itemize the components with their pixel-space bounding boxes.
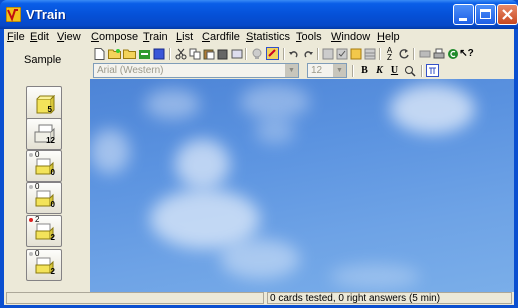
find-icon[interactable] — [403, 64, 416, 77]
menu-cardfile[interactable]: Cardfile — [202, 31, 240, 43]
cloud — [255, 119, 295, 144]
symbol-icon[interactable] — [426, 64, 439, 77]
close-icon — [502, 9, 513, 20]
cloud — [240, 84, 310, 119]
menu-help[interactable]: Help — [377, 31, 400, 43]
picture-icon[interactable] — [230, 47, 243, 60]
font-size-select[interactable]: 12 ▼ — [307, 63, 347, 78]
box-count: 0 — [50, 168, 55, 177]
underline-button[interactable]: U — [388, 64, 401, 77]
chevron-down-icon[interactable]: ▼ — [285, 64, 298, 77]
maximize-icon — [480, 9, 491, 19]
sort-az-icon[interactable]: AZ — [383, 46, 396, 61]
paste-special-icon[interactable] — [216, 47, 229, 60]
card-box-4[interactable]: 0 0 — [26, 182, 62, 214]
separator — [245, 48, 247, 60]
undo-icon[interactable] — [287, 47, 300, 60]
refresh-icon[interactable] — [397, 47, 410, 60]
copy-icon[interactable] — [188, 47, 201, 60]
separator — [283, 48, 285, 60]
print-icon[interactable] — [432, 47, 445, 60]
grid-icon[interactable] — [363, 47, 376, 60]
card-box-6[interactable]: 0 2 — [26, 249, 62, 281]
maximize-button[interactable] — [475, 4, 496, 25]
cloud — [390, 84, 475, 134]
menu-train[interactable]: Train — [143, 31, 168, 43]
menu-view[interactable]: View — [57, 31, 81, 43]
menu-list[interactable]: List — [176, 31, 193, 43]
separator — [169, 48, 171, 60]
card-box-1[interactable]: 5 — [26, 86, 62, 122]
cloud — [145, 89, 200, 119]
format-toolbar: Arial (Western) ▼ 12 ▼ B K U — [90, 63, 514, 80]
box-count: 0 — [50, 200, 55, 209]
minimize-button[interactable] — [453, 4, 474, 25]
standard-toolbar: AZ ↖? — [90, 46, 514, 63]
edit-card-icon[interactable] — [321, 47, 334, 60]
font-family-value: Arial (Western) — [97, 65, 164, 76]
card-image-area[interactable] — [90, 79, 514, 292]
star-card-icon[interactable] — [349, 47, 362, 60]
box-count: 2 — [50, 267, 55, 276]
status-bar: 0 cards tested, 0 right answers (5 min) — [4, 291, 514, 305]
close-button[interactable] — [497, 4, 518, 25]
box-count: 2 — [50, 233, 55, 242]
toggle-icon[interactable] — [266, 47, 279, 60]
panel-title: Sample — [24, 54, 62, 66]
open-folder-icon[interactable] — [123, 47, 136, 60]
paste-icon[interactable] — [202, 47, 215, 60]
client-area: File Edit View Compose Train List Cardfi… — [4, 29, 514, 305]
menu-tools[interactable]: Tools — [296, 31, 322, 43]
check-card-icon[interactable] — [335, 47, 348, 60]
cloud — [175, 139, 230, 189]
cut-icon[interactable] — [174, 47, 187, 60]
box-count: 5 — [47, 105, 52, 114]
new-file-icon[interactable] — [93, 47, 106, 60]
menu-statistics[interactable]: Statistics — [246, 31, 290, 43]
vtrain-app-icon[interactable] — [6, 7, 21, 22]
box-count: 12 — [46, 136, 55, 145]
card-box-3[interactable]: 0 0 — [26, 150, 62, 182]
separator — [317, 48, 319, 60]
card-box-5[interactable]: 2 2 — [26, 215, 62, 247]
import-icon[interactable] — [138, 47, 151, 60]
separator — [413, 48, 415, 60]
window-title: VTrain — [26, 7, 66, 22]
separator — [421, 65, 423, 77]
status-pane-empty — [6, 292, 264, 304]
card-box-2[interactable]: 12 — [26, 118, 62, 150]
menu-window[interactable]: Window — [331, 31, 370, 43]
cloud — [330, 264, 420, 289]
separator — [379, 48, 381, 60]
new-folder-icon[interactable] — [108, 47, 121, 60]
bulb-icon[interactable] — [250, 47, 263, 60]
cloud — [220, 239, 300, 279]
flag-icon[interactable] — [418, 47, 431, 60]
cube-icon[interactable] — [153, 47, 166, 60]
menu-bar: File Edit View Compose Train List Cardfi… — [4, 29, 514, 47]
menu-file[interactable]: File — [7, 31, 25, 43]
copyright-icon[interactable] — [446, 47, 459, 60]
minimize-icon — [459, 18, 467, 21]
redo-icon[interactable] — [301, 47, 314, 60]
italic-button[interactable]: K — [373, 64, 386, 77]
font-family-select[interactable]: Arial (Western) ▼ — [93, 63, 299, 78]
bold-button[interactable]: B — [358, 64, 371, 77]
title-bar[interactable]: VTrain — [0, 0, 518, 29]
font-size-value: 12 — [311, 65, 323, 76]
cloud — [90, 129, 130, 174]
separator — [352, 65, 354, 77]
status-message: 0 cards tested, 0 right answers (5 min) — [267, 292, 512, 304]
help-pointer-icon[interactable]: ↖? — [459, 47, 474, 60]
menu-compose[interactable]: Compose — [91, 31, 138, 43]
menu-edit[interactable]: Edit — [30, 31, 49, 43]
app-window: VTrain File Edit View Compose Train List… — [0, 0, 518, 308]
chevron-down-icon[interactable]: ▼ — [333, 64, 346, 77]
